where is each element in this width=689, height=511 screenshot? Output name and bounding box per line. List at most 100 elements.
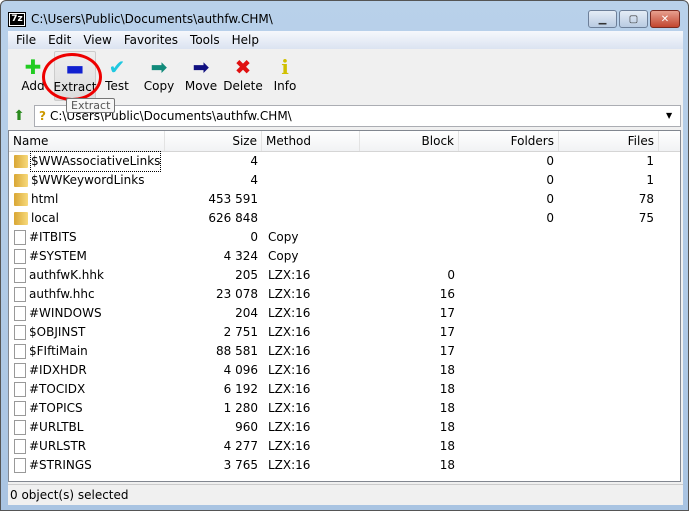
block-cell: 17: [439, 325, 455, 339]
table-row[interactable]: #IDXHDR 4 096 LZX:16 18: [9, 361, 680, 380]
name-cell: #TOPICS: [9, 399, 165, 418]
method-cell: [262, 190, 360, 209]
files-cell: [559, 399, 659, 418]
size-cell: 0: [250, 230, 258, 244]
folders-cell: [459, 399, 559, 418]
menu-tools[interactable]: Tools: [184, 33, 226, 47]
block-cell: 0: [447, 268, 455, 282]
table-row[interactable]: authfwK.hhk 205 LZX:16 0: [9, 266, 680, 285]
menu-view[interactable]: View: [77, 33, 117, 47]
block-cell: [360, 247, 459, 266]
files-cell: [559, 285, 659, 304]
dropdown-arrow-icon[interactable]: ▼: [666, 111, 680, 120]
file-icon: [14, 420, 26, 435]
info-button[interactable]: i Info: [264, 51, 306, 101]
table-row[interactable]: #SYSTEM 4 324 Copy: [9, 247, 680, 266]
table-row[interactable]: #STRINGS 3 765 LZX:16 18: [9, 456, 680, 475]
delete-label: Delete: [223, 79, 263, 93]
copy-arrow-icon: ➡: [150, 55, 168, 79]
table-row[interactable]: $WWAssociativeLinks 4 0 1: [9, 151, 680, 172]
size-cell: 4: [250, 154, 258, 168]
address-input[interactable]: [49, 108, 662, 123]
info-label: Info: [273, 79, 297, 93]
name-cell: #URLSTR: [9, 437, 165, 456]
column-header-size[interactable]: Size: [165, 131, 262, 151]
toolbar: ✚ Add ▬ Extract ✔ Test ➡ Copy ➡ Move ✖ Delete i Info: [8, 51, 683, 101]
extract-button[interactable]: ▬ Extract: [54, 51, 97, 101]
method-cell: LZX:16: [268, 268, 311, 282]
close-button[interactable]: ✕: [650, 10, 680, 28]
file-name: #TOPICS: [29, 401, 83, 415]
files-cell: [559, 456, 659, 475]
file-icon: [14, 363, 26, 378]
method-cell: LZX:16: [268, 458, 311, 472]
copy-label: Copy: [143, 79, 175, 93]
table-row[interactable]: #TOCIDX 6 192 LZX:16 18: [9, 380, 680, 399]
folders-cell: [459, 323, 559, 342]
add-button[interactable]: ✚ Add: [12, 51, 54, 101]
folders-cell: [459, 456, 559, 475]
folders-cell: 0: [546, 173, 554, 187]
method-cell: [262, 209, 360, 228]
files-cell: [559, 418, 659, 437]
file-icon: [14, 268, 26, 283]
menu-file[interactable]: File: [10, 33, 42, 47]
table-row[interactable]: $WWKeywordLinks 4 0 1: [9, 171, 680, 190]
file-name: html: [31, 192, 59, 206]
file-name: $WWKeywordLinks: [31, 173, 145, 187]
menu-favorites[interactable]: Favorites: [118, 33, 184, 47]
menu-edit[interactable]: Edit: [42, 33, 77, 47]
table-row[interactable]: #URLTBL 960 LZX:16 18: [9, 418, 680, 437]
minimize-button[interactable]: ▁: [588, 10, 617, 28]
folder-icon: [14, 155, 28, 168]
folders-cell: [459, 437, 559, 456]
block-cell: 18: [439, 401, 455, 415]
method-cell: LZX:16: [268, 439, 311, 453]
app-logo-icon: 7z: [8, 11, 26, 27]
column-header-name[interactable]: Name: [9, 131, 165, 151]
up-folder-button[interactable]: ⬆: [8, 105, 30, 127]
table-row[interactable]: $FIftiMain 88 581 LZX:16 17: [9, 342, 680, 361]
column-header-files[interactable]: Files: [559, 131, 659, 151]
column-header-block[interactable]: Block: [360, 131, 459, 151]
table-row[interactable]: #WINDOWS 204 LZX:16 17: [9, 304, 680, 323]
block-cell: 18: [439, 420, 455, 434]
column-header-method[interactable]: Method: [262, 131, 360, 151]
name-cell: #URLTBL: [9, 418, 165, 437]
table-row[interactable]: #TOPICS 1 280 LZX:16 18: [9, 399, 680, 418]
files-cell: 1: [646, 154, 654, 168]
file-name: #URLTBL: [29, 420, 84, 434]
copy-button[interactable]: ➡ Copy: [138, 51, 180, 101]
delete-x-icon: ✖: [234, 55, 252, 79]
test-button[interactable]: ✔ Test: [96, 51, 138, 101]
table-row[interactable]: authfw.hhc 23 078 LZX:16 16: [9, 285, 680, 304]
move-button[interactable]: ➡ Move: [180, 51, 222, 101]
maximize-button[interactable]: ▢: [619, 10, 648, 28]
method-cell: [262, 152, 360, 171]
menu-help[interactable]: Help: [226, 33, 265, 47]
file-name: #WINDOWS: [29, 306, 102, 320]
table-row[interactable]: #URLSTR 4 277 LZX:16 18: [9, 437, 680, 456]
name-cell: #STRINGS: [9, 456, 165, 475]
table-row[interactable]: html 453 591 0 78: [9, 190, 680, 209]
folder-icon: [14, 212, 28, 225]
method-cell: LZX:16: [268, 420, 311, 434]
folder-icon: [14, 174, 28, 187]
column-header-folders[interactable]: Folders: [459, 131, 559, 151]
name-cell: authfwK.hhk: [9, 266, 165, 285]
file-name: #SYSTEM: [29, 249, 87, 263]
name-cell: #TOCIDX: [9, 380, 165, 399]
file-name: authfw.hhc: [29, 287, 95, 301]
method-cell: LZX:16: [268, 401, 311, 415]
files-cell: [559, 304, 659, 323]
delete-button[interactable]: ✖ Delete: [222, 51, 264, 101]
method-cell: LZX:16: [268, 382, 311, 396]
table-row[interactable]: $OBJINST 2 751 LZX:16 17: [9, 323, 680, 342]
unknown-type-icon: ?: [39, 108, 46, 123]
folders-cell: [459, 304, 559, 323]
table-row[interactable]: #ITBITS 0 Copy: [9, 228, 680, 247]
method-cell: LZX:16: [268, 344, 311, 358]
size-cell: 2 751: [223, 325, 258, 339]
table-row[interactable]: local 626 848 0 75: [9, 209, 680, 228]
folders-cell: [459, 380, 559, 399]
